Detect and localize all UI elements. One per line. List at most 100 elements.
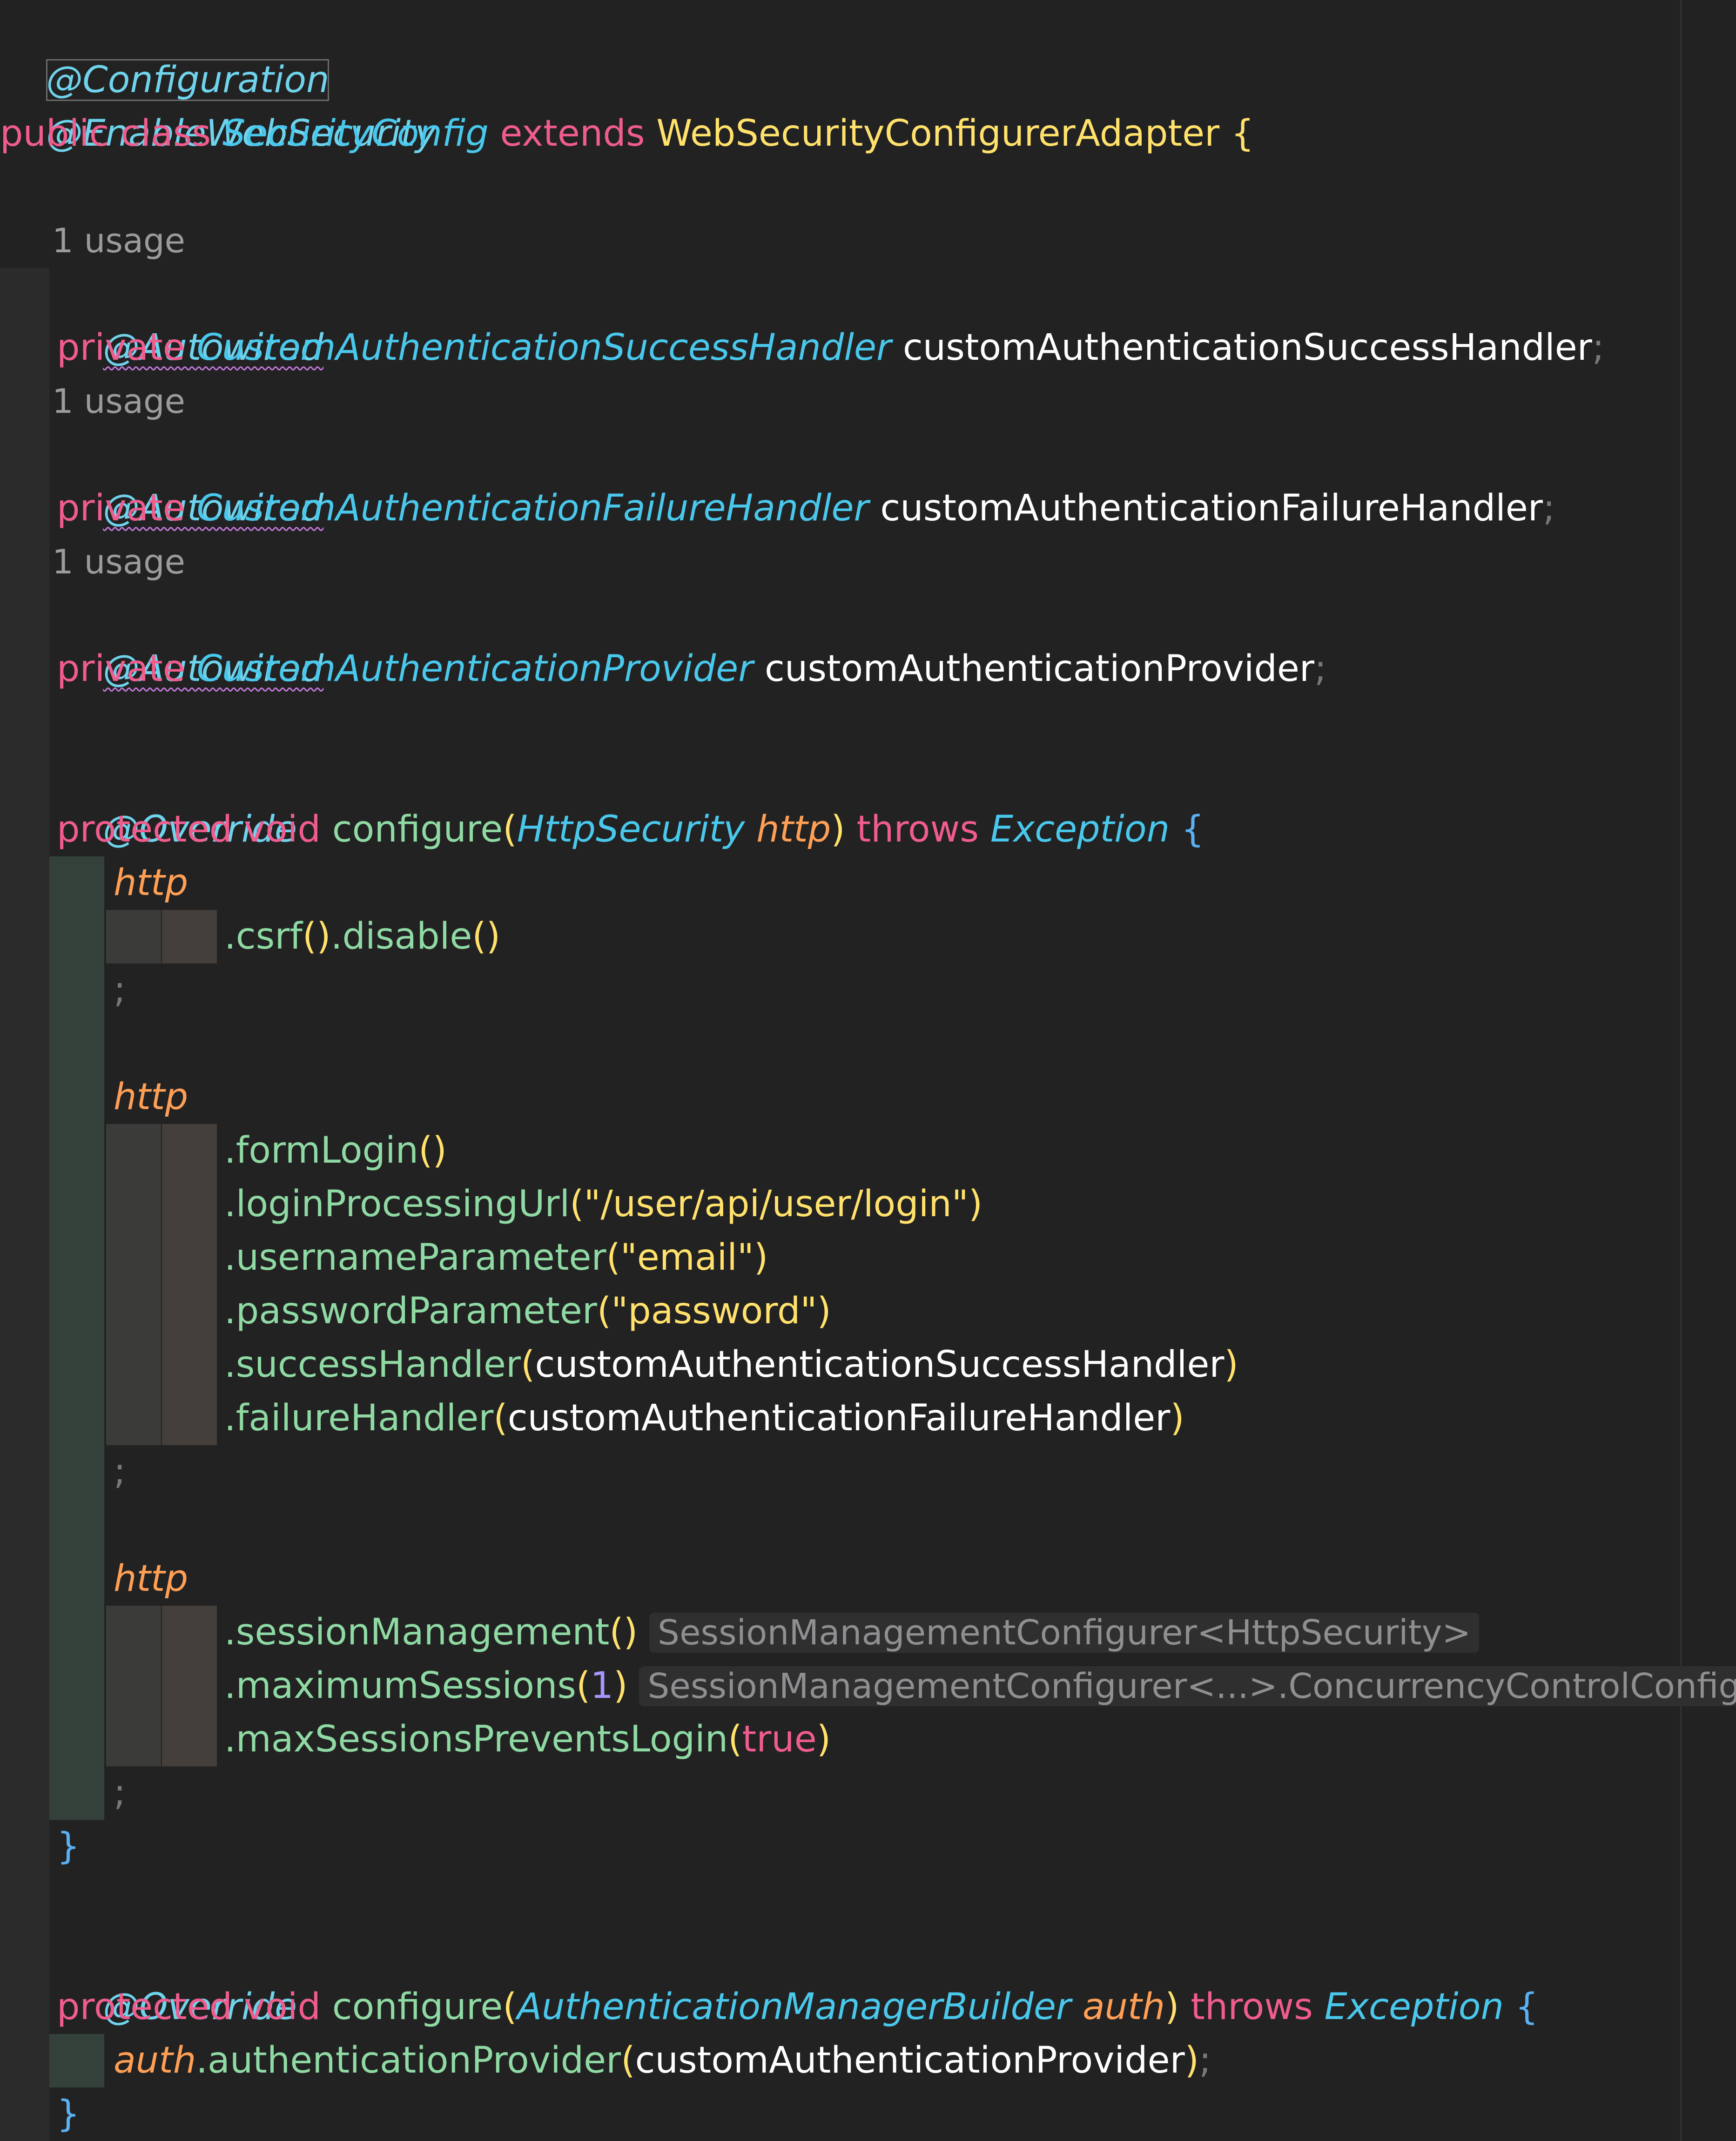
code-line[interactable]: .formLogin() <box>224 1124 447 1178</box>
indent-guide-csrf-1 <box>106 910 161 963</box>
code-line[interactable]: public class SecurityConfig extends WebS… <box>0 107 1254 161</box>
indent-guide-form-1 <box>106 1124 161 1445</box>
indent-guide-method1 <box>49 856 104 1820</box>
code-line[interactable]: .successHandler(customAuthenticationSucc… <box>224 1338 1238 1392</box>
code-line[interactable]: @Autowired <box>57 268 323 369</box>
argument[interactable]: customAuthenticationSuccessHandler <box>535 1344 1224 1386</box>
code-line[interactable]: @Override <box>57 1927 297 2028</box>
semicolon: ; <box>1592 327 1605 369</box>
type-inlay-hint[interactable]: SessionManagementConfigurer<HttpSecurity… <box>649 1613 1480 1653</box>
code-line[interactable]: .csrf().disable() <box>224 910 500 963</box>
argument[interactable]: customAuthenticationFailureHandler <box>508 1397 1171 1439</box>
param-type[interactable]: AuthenticationManagerBuilder <box>517 1986 1071 2028</box>
field-type[interactable]: CustomAuthenticationProvider <box>197 648 754 690</box>
paren: ( <box>521 1344 535 1386</box>
keyword: extends <box>488 113 657 155</box>
closing-brace: } <box>57 2093 80 2135</box>
code-line[interactable]: @EnableWebSecurity <box>0 54 437 155</box>
paren: ( <box>621 2040 635 2081</box>
paren: () <box>418 1130 447 1171</box>
method-call[interactable]: .maximumSessions <box>224 1665 576 1707</box>
keyword: throws <box>845 808 990 850</box>
code-line[interactable]: private CustomAuthenticationFailureHandl… <box>57 482 1555 535</box>
semicolon: ; <box>1199 2040 1211 2081</box>
code-editor[interactable]: @Configuration @EnableWebSecurity public… <box>0 0 1736 2141</box>
paren: ) <box>1170 1397 1184 1439</box>
code-line[interactable]: .maximumSessions(1) SessionManagementCon… <box>224 1659 1736 1713</box>
code-line[interactable]: http <box>114 1070 188 1124</box>
code-line[interactable]: private CustomAuthenticationSuccessHandl… <box>57 321 1604 375</box>
method-call[interactable]: .csrf <box>224 916 303 957</box>
usage-hint[interactable]: 1 usage <box>52 375 185 428</box>
brace: { <box>1503 1986 1539 2028</box>
code-line[interactable]: http <box>114 1552 188 1606</box>
usage-hint[interactable]: 1 usage <box>52 214 185 268</box>
keyword: private <box>57 487 197 529</box>
code-line[interactable]: .passwordParameter("password") <box>224 1285 831 1338</box>
code-line[interactable]: protected void configure(AuthenticationM… <box>57 1980 1538 2034</box>
field-name[interactable]: customAuthenticationProvider <box>753 648 1314 690</box>
method-call[interactable]: .loginProcessingUrl <box>224 1183 570 1225</box>
code-line[interactable]: http <box>114 856 188 910</box>
method-name[interactable]: configure <box>332 1986 503 2028</box>
string-argument[interactable]: ("/user/api/user/login") <box>570 1183 982 1225</box>
boolean-argument[interactable]: true <box>742 1718 817 1760</box>
indent-guide-session-2 <box>162 1606 217 1766</box>
number-argument[interactable]: 1 <box>590 1665 613 1707</box>
keyword: private <box>57 648 197 690</box>
method-call[interactable]: .sessionManagement <box>224 1611 609 1653</box>
paren: ( <box>493 1397 508 1439</box>
semicolon: ; <box>1314 648 1327 690</box>
code-line[interactable]: private CustomAuthenticationProvider cus… <box>57 642 1326 696</box>
method-call[interactable]: .successHandler <box>224 1344 521 1386</box>
method-call[interactable]: .maxSessionsPreventsLogin <box>224 1718 728 1760</box>
paren: ( <box>576 1665 591 1707</box>
code-line[interactable]: .usernameParameter("email") <box>224 1231 768 1285</box>
exception-type[interactable]: Exception <box>990 808 1170 850</box>
class-name[interactable]: SecurityConfig <box>222 113 489 155</box>
string-argument[interactable]: ("password") <box>597 1290 831 1332</box>
param-name[interactable]: auth <box>1071 1986 1165 2028</box>
method-call[interactable]: .disable <box>331 916 472 957</box>
superclass-name[interactable]: WebSecurityConfigurerAdapter <box>656 113 1219 155</box>
method-call[interactable]: .authenticationProvider <box>196 2040 621 2081</box>
keyword: public class <box>0 113 222 155</box>
argument[interactable]: customAuthenticationProvider <box>635 2040 1185 2081</box>
method-call[interactable]: .formLogin <box>224 1130 418 1171</box>
code-line[interactable]: .loginProcessingUrl("/user/api/user/logi… <box>224 1178 982 1231</box>
paren: ( <box>728 1718 742 1760</box>
usage-hint[interactable]: 1 usage <box>52 535 185 589</box>
http-variable[interactable]: http <box>114 862 188 904</box>
code-line[interactable]: @Override <box>57 749 297 850</box>
closing-brace: } <box>57 1825 80 1867</box>
string-argument[interactable]: ("email") <box>606 1237 768 1279</box>
code-line[interactable]: @Configuration <box>0 0 330 101</box>
method-call[interactable]: .failureHandler <box>224 1397 493 1439</box>
auth-variable[interactable]: auth <box>114 2040 196 2081</box>
code-line[interactable]: .sessionManagement() SessionManagementCo… <box>224 1606 1480 1659</box>
code-line[interactable]: .maxSessionsPreventsLogin(true) <box>224 1713 831 1766</box>
paren: ( <box>503 808 517 850</box>
semicolon: ; <box>1542 487 1555 529</box>
field-name[interactable]: customAuthenticationSuccessHandler <box>891 327 1592 369</box>
field-type[interactable]: CustomAuthenticationFailureHandler <box>197 487 869 529</box>
field-name[interactable]: customAuthenticationFailureHandler <box>869 487 1543 529</box>
method-name[interactable]: configure <box>332 808 503 850</box>
exception-type[interactable]: Exception <box>1325 1986 1504 2028</box>
semicolon: ; <box>114 1451 126 1493</box>
type-inlay-hint[interactable]: SessionManagementConfigurer<...>.Concurr… <box>639 1666 1736 1706</box>
code-line[interactable]: auth.authenticationProvider(customAuthen… <box>114 2034 1211 2087</box>
code-line[interactable]: .failureHandler(customAuthenticationFail… <box>224 1392 1184 1445</box>
keyword: protected void <box>57 1986 332 2028</box>
code-line[interactable]: protected void configure(HttpSecurity ht… <box>57 803 1204 856</box>
method-call[interactable]: .usernameParameter <box>224 1237 606 1279</box>
method-call[interactable]: .passwordParameter <box>224 1290 597 1332</box>
http-variable[interactable]: http <box>114 1076 188 1118</box>
indent-guide-form-2 <box>162 1124 217 1445</box>
param-type[interactable]: HttpSecurity <box>517 808 745 850</box>
code-line[interactable]: @Autowired <box>57 428 323 529</box>
code-line[interactable]: @Autowired <box>57 589 323 690</box>
http-variable[interactable]: http <box>114 1558 188 1600</box>
param-name[interactable]: http <box>745 808 831 850</box>
field-type[interactable]: CustomAuthenticationSuccessHandler <box>197 327 892 369</box>
